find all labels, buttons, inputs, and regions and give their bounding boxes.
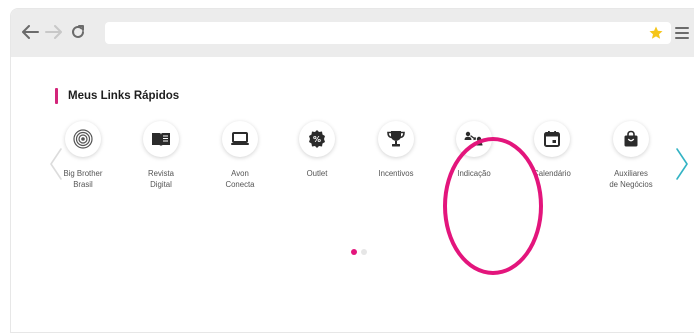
address-bar[interactable] <box>105 22 671 44</box>
quick-link-indicacao[interactable]: Indicação <box>434 121 514 179</box>
quick-link-calendario[interactable]: Calendário <box>512 121 592 179</box>
quick-link-circle[interactable] <box>143 121 179 157</box>
quick-link-label: Avon Conecta <box>225 169 255 189</box>
quick-link-label: Outlet <box>306 169 328 178</box>
quick-link-outlet[interactable]: % Outlet <box>277 121 357 179</box>
browser-toolbar <box>11 9 694 57</box>
forward-button[interactable] <box>43 21 65 43</box>
section-header: Meus Links Rápidos <box>55 87 179 105</box>
referral-icon <box>464 131 483 146</box>
quick-link-circle[interactable] <box>456 121 492 157</box>
quick-link-label: Big Brother Brasil <box>63 169 103 189</box>
quick-link-revista-digital[interactable]: Revista Digital <box>121 121 201 190</box>
quick-link-auxiliares-de-negocios[interactable]: Auxiliares de Negócios <box>591 121 671 190</box>
quick-links-carousel: Big Brother Brasil Revista Digital Avon … <box>11 121 694 231</box>
percent-badge-icon: % <box>309 130 325 148</box>
browser-window: Meus Links Rápidos Big Brother Brasil Re… <box>10 8 694 333</box>
eye-icon <box>73 129 93 149</box>
quick-link-circle[interactable] <box>378 121 414 157</box>
shopping-bag-icon <box>624 130 638 147</box>
quick-link-circle[interactable] <box>65 121 101 157</box>
quick-link-label: Revista Digital <box>148 169 174 189</box>
reload-icon <box>72 25 84 38</box>
back-button[interactable] <box>19 21 41 43</box>
quick-link-label: Incentivos <box>378 169 414 178</box>
carousel-pagination <box>351 249 381 257</box>
trophy-icon <box>387 131 405 147</box>
star-icon[interactable] <box>648 25 664 41</box>
section-accent-bar <box>55 88 58 104</box>
quick-link-circle[interactable]: % <box>299 121 335 157</box>
arrow-right-icon <box>45 25 62 39</box>
laptop-icon <box>231 132 249 145</box>
quick-link-avon-conecta[interactable]: Avon Conecta <box>200 121 280 190</box>
svg-text:%: % <box>313 135 321 144</box>
quick-link-label: Calendário <box>533 169 571 178</box>
quick-link-circle[interactable] <box>534 121 570 157</box>
quick-link-label: Auxiliares de Negócios <box>609 169 653 189</box>
quick-link-circle[interactable] <box>613 121 649 157</box>
pagination-dot[interactable] <box>361 249 367 255</box>
reload-button[interactable] <box>67 21 89 43</box>
hamburger-menu-icon[interactable] <box>675 27 689 39</box>
section-title: Meus Links Rápidos <box>68 90 180 102</box>
quick-link-label: Indicação <box>457 169 491 178</box>
pagination-dot-active[interactable] <box>351 249 357 255</box>
calendar-icon <box>544 131 560 147</box>
quick-link-circle[interactable] <box>222 121 258 157</box>
quick-link-big-brother-brasil[interactable]: Big Brother Brasil <box>43 121 123 190</box>
quick-link-incentivos[interactable]: Incentivos <box>356 121 436 179</box>
carousel-next-arrow-icon[interactable] <box>675 147 689 181</box>
arrow-left-icon <box>22 25 39 39</box>
book-icon <box>152 133 170 146</box>
